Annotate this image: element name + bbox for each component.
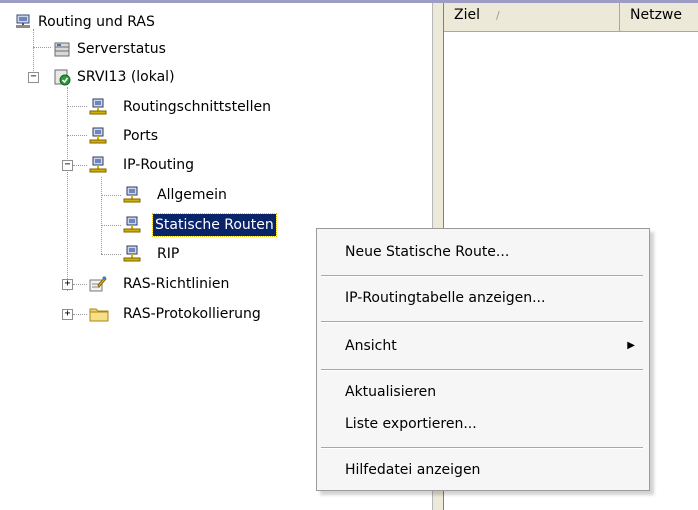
tree-connector	[101, 254, 121, 255]
tree-connector	[33, 47, 51, 48]
routing-icon	[89, 156, 107, 174]
tree-connector	[67, 135, 87, 136]
network-icon	[123, 245, 141, 263]
menu-separator	[321, 447, 643, 449]
menu-item-hilfedatei-anzeigen[interactable]: Hilfedatei anzeigen	[317, 457, 649, 483]
collapse-icon[interactable]: −	[28, 72, 39, 83]
network-icon	[123, 216, 141, 234]
tree-connector	[101, 177, 102, 254]
tree-node-label: IP-Routing	[123, 157, 194, 173]
tree-connector	[67, 106, 87, 107]
tree-node-label: Routingschnittstellen	[123, 99, 271, 115]
tree-connector	[73, 284, 87, 285]
network-icon	[123, 186, 141, 204]
tree-node-label: Serverstatus	[77, 41, 166, 57]
tree-node-label: Routing und RAS	[38, 14, 155, 30]
menu-separator	[321, 369, 643, 371]
tree-connector	[73, 314, 87, 315]
expand-icon[interactable]: +	[62, 309, 73, 320]
policy-icon	[89, 275, 107, 293]
network-port-icon	[89, 127, 107, 145]
column-header-label: Netzwe	[630, 7, 682, 23]
submenu-arrow-icon: ▶	[627, 340, 635, 351]
menu-item-label: Ansicht	[345, 338, 397, 354]
sort-indicator-icon: /	[495, 9, 500, 22]
menu-item-ansicht[interactable]: Ansicht ▶	[317, 333, 649, 359]
menu-item-ip-routingtabelle-anzeigen[interactable]: IP-Routingtabelle anzeigen...	[317, 285, 649, 311]
network-interface-icon	[89, 98, 107, 116]
menu-item-aktualisieren[interactable]: Aktualisieren	[317, 379, 649, 405]
tree-connector	[33, 29, 34, 71]
tree-node-label: RAS-Protokollierung	[123, 306, 261, 322]
tree-node-label: Allgemein	[157, 187, 227, 203]
tree-connector	[73, 165, 87, 166]
menu-item-neue-statische-route[interactable]: Neue Statische Route...	[317, 239, 649, 265]
tree-node-label: Ports	[123, 128, 159, 144]
menu-item-liste-exportieren[interactable]: Liste exportieren...	[317, 411, 649, 437]
menu-separator	[321, 321, 643, 323]
tree-node-label: SRVI13 (lokal)	[77, 69, 175, 85]
expand-icon[interactable]: +	[62, 279, 73, 290]
column-header-netzwerk[interactable]: Netzwe	[620, 3, 698, 31]
database-icon	[53, 40, 71, 58]
menu-separator	[321, 275, 643, 277]
tree-node-label: RAS-Richtlinien	[123, 276, 230, 292]
list-column-header: Ziel / Netzwe	[444, 3, 698, 32]
tree-node-label: Statische Routen	[152, 213, 277, 237]
server-icon	[14, 13, 32, 31]
collapse-icon[interactable]: −	[62, 160, 73, 171]
server-status-icon	[53, 68, 71, 86]
tree-node-label: RIP	[157, 246, 180, 262]
context-menu: Neue Statische Route... IP-Routingtabell…	[316, 228, 650, 491]
column-header-label: Ziel	[454, 7, 480, 23]
folder-icon	[89, 305, 109, 323]
column-header-ziel[interactable]: Ziel /	[444, 3, 620, 31]
tree-connector	[101, 195, 121, 196]
tree-connector	[101, 225, 121, 226]
tree-connector	[67, 87, 68, 291]
